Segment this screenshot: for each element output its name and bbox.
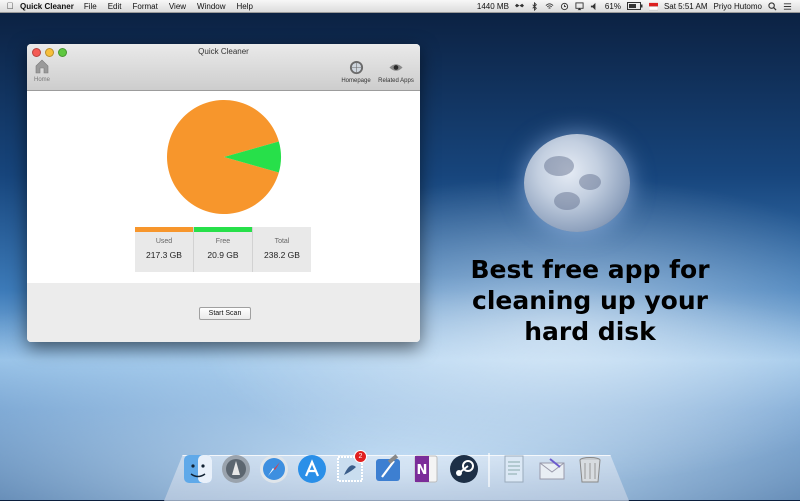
legend-used: Used 217.3 GB (135, 227, 194, 272)
free-color-bar (194, 227, 252, 232)
window-footer: Start Scan (27, 283, 420, 342)
trash-icon[interactable] (572, 451, 608, 487)
dock-icons: 2 N (180, 450, 608, 487)
disk-usage-legend: Used 217.3 GB Free 20.9 GB Total 238.2 G… (135, 227, 311, 272)
menu-app-name[interactable]: Quick Cleaner (20, 2, 74, 11)
window-content: Used 217.3 GB Free 20.9 GB Total 238.2 G… (27, 91, 420, 283)
promo-tagline: Best free app for cleaning up your hard … (420, 254, 760, 347)
mail-stamp-icon[interactable]: 2 (332, 450, 368, 487)
steam-icon[interactable] (446, 451, 482, 487)
mail-icon[interactable] (534, 451, 570, 487)
homepage-toolbar-button[interactable]: Homepage (336, 60, 376, 84)
menu-user[interactable]: Priyo Hutomo (714, 2, 762, 11)
legend-free: Free 20.9 GB (194, 227, 253, 272)
home-label: Home (33, 77, 50, 83)
dropbox-icon[interactable] (514, 2, 524, 11)
apple-menu-icon[interactable]:  (0, 1, 20, 11)
wifi-icon[interactable] (545, 2, 554, 11)
menu-window[interactable]: Window (197, 2, 225, 11)
free-value: 20.9 GB (207, 250, 239, 260)
menu-edit[interactable]: Edit (108, 2, 122, 11)
flag-icon[interactable] (648, 2, 658, 11)
used-color-bar (135, 227, 193, 232)
airplay-icon[interactable] (575, 1, 584, 11)
window-toolbar: Quick Cleaner Home Homepage Related Apps (27, 44, 420, 91)
total-color-bar (253, 227, 311, 232)
mail-badge: 2 (354, 450, 367, 463)
menu-help[interactable]: Help (237, 2, 253, 11)
tagline-line-2: cleaning up your (472, 286, 708, 315)
moon-image (524, 134, 630, 232)
menu-format[interactable]: Format (133, 2, 158, 11)
disk-usage-pie-chart (167, 99, 281, 214)
bluetooth-icon[interactable] (530, 1, 539, 11)
finder-icon[interactable] (180, 451, 216, 487)
app-store-icon[interactable] (294, 451, 330, 487)
quick-cleaner-window: Quick Cleaner Home Homepage Related Apps… (27, 44, 420, 342)
dock-separator (488, 453, 490, 487)
volume-icon[interactable] (590, 2, 599, 11)
spotlight-icon[interactable] (768, 1, 777, 11)
total-label: Total (274, 238, 290, 245)
battery-percent[interactable]: 61% (605, 2, 621, 11)
related-apps-label: Related Apps (378, 78, 414, 84)
status-menus: 1440 MB 61% Sat 5:51 AM Priyo Hutomo (477, 1, 800, 11)
homepage-label: Homepage (341, 78, 371, 84)
launchpad-icon[interactable] (218, 451, 254, 487)
tagline-line-1: Best free app for (470, 255, 710, 284)
onenote-icon[interactable]: N (408, 451, 444, 487)
window-title: Quick Cleaner (198, 47, 249, 56)
total-value: 238.2 GB (264, 250, 300, 260)
used-label: Used (155, 238, 173, 245)
tagline-line-3: hard disk (524, 317, 656, 346)
start-scan-button[interactable]: Start Scan (199, 307, 251, 320)
menu-file[interactable]: File (84, 2, 97, 11)
textedit-icon[interactable] (496, 451, 532, 487)
legend-total: Total 238.2 GB (253, 227, 311, 272)
safari-icon[interactable] (256, 451, 292, 487)
eye-icon (389, 64, 403, 71)
related-apps-toolbar-button[interactable]: Related Apps (374, 60, 418, 84)
menu-bar:  Quick Cleaner File Edit Format View Wi… (0, 0, 800, 13)
memory-status[interactable]: 1440 MB (477, 2, 509, 11)
used-value: 217.3 GB (146, 250, 182, 260)
home-icon (35, 59, 49, 74)
menu-clock[interactable]: Sat 5:51 AM (664, 2, 708, 11)
time-machine-icon[interactable] (560, 2, 569, 11)
notification-center-icon[interactable] (783, 2, 792, 11)
svg-text:N: N (417, 463, 428, 478)
xcode-icon[interactable] (370, 451, 406, 487)
globe-icon (349, 60, 363, 75)
battery-icon[interactable] (626, 2, 643, 10)
free-label: Free (215, 238, 231, 245)
home-toolbar-button[interactable]: Home (31, 58, 53, 83)
menu-view[interactable]: View (169, 2, 186, 11)
